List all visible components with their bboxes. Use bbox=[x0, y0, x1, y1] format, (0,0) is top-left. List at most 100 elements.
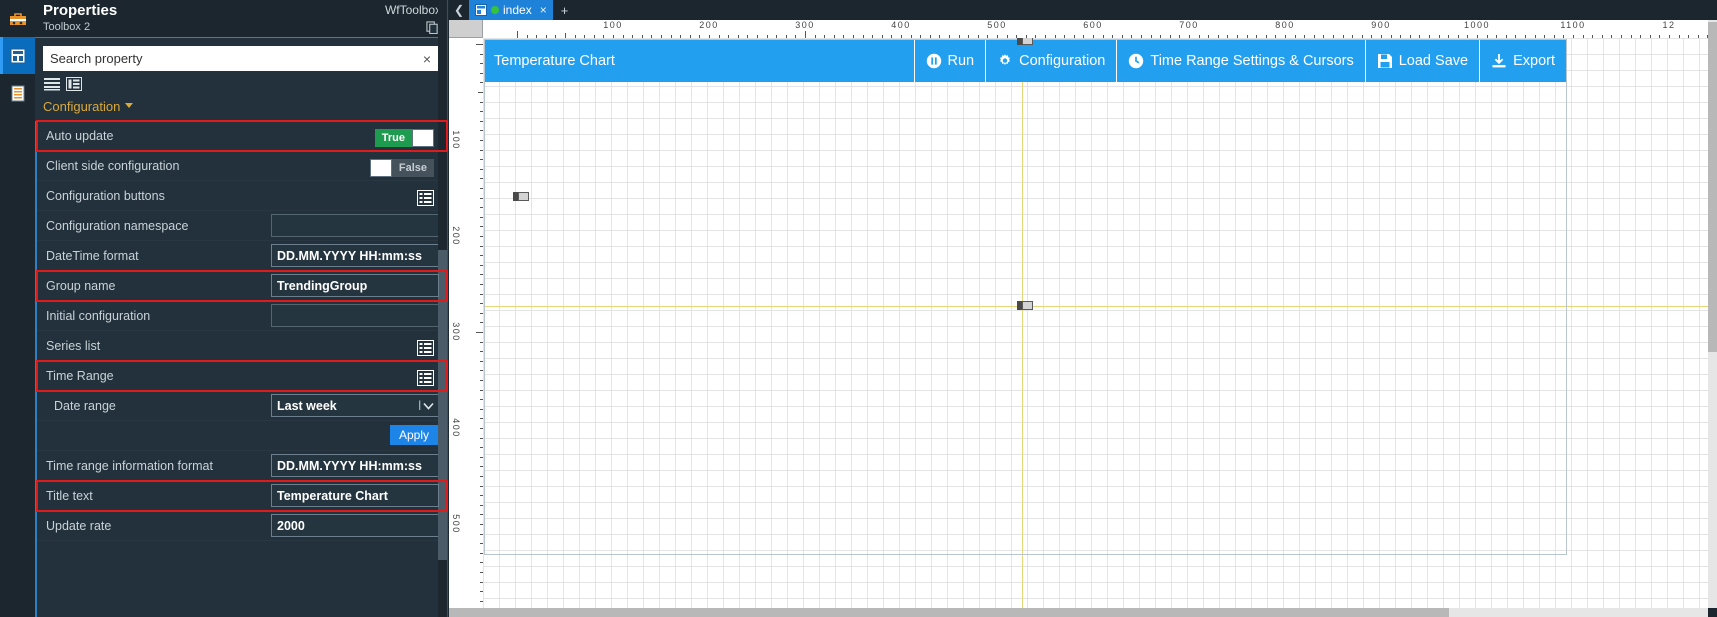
designer-vertical-scrollbar-thumb[interactable] bbox=[1708, 22, 1717, 352]
property-row[interactable]: Group name bbox=[36, 270, 448, 302]
ruler-label: 200 bbox=[699, 20, 719, 30]
apply-button[interactable]: Apply bbox=[389, 425, 438, 445]
ruler-tick bbox=[476, 44, 483, 45]
property-row[interactable]: Auto update True bbox=[36, 120, 448, 152]
property-value bbox=[271, 214, 439, 237]
property-value bbox=[271, 244, 439, 267]
ruler-label: 400 bbox=[451, 418, 461, 438]
resize-handle-left[interactable] bbox=[518, 192, 529, 201]
property-text-input[interactable] bbox=[271, 454, 439, 477]
sidebar-item-properties[interactable] bbox=[0, 37, 35, 74]
property-label: Series list bbox=[46, 338, 101, 353]
property-row[interactable]: Apply bbox=[37, 421, 447, 451]
add-tab-button[interactable]: + bbox=[553, 0, 577, 20]
ruler-label: 1100 bbox=[1560, 20, 1586, 30]
design-canvas[interactable]: Temperature Chart Run Configuration Time R… bbox=[483, 38, 1708, 608]
list-icon bbox=[417, 190, 434, 206]
chevron-down-icon[interactable]: | bbox=[418, 395, 434, 416]
properties-icon bbox=[10, 48, 25, 63]
property-text-input[interactable] bbox=[271, 304, 439, 327]
designer-horizontal-scrollbar-thumb[interactable] bbox=[449, 608, 1449, 617]
chart-tool-export[interactable]: Export bbox=[1479, 40, 1566, 82]
property-row[interactable]: DateTime format bbox=[37, 241, 447, 271]
close-icon[interactable]: × bbox=[540, 3, 547, 17]
tab-bar: ❮ index × + bbox=[449, 0, 1717, 20]
property-row[interactable]: Initial configuration bbox=[37, 301, 447, 331]
property-row[interactable]: Time Range bbox=[36, 360, 448, 392]
property-value: True bbox=[271, 124, 439, 147]
tab-index[interactable]: index × bbox=[469, 0, 553, 20]
property-label: Time range information format bbox=[46, 458, 213, 473]
chart-toolbar: Run Configuration Time Range Settings & Cu… bbox=[913, 40, 1566, 82]
chart-tool-load-save[interactable]: Load Save bbox=[1364, 40, 1479, 82]
properties-scrollbar[interactable] bbox=[438, 0, 447, 617]
ruler-label: 500 bbox=[451, 514, 461, 534]
ruler-label: 800 bbox=[1275, 20, 1295, 30]
ruler-label: 300 bbox=[451, 322, 461, 342]
properties-header: Properties Toolbox 2 WfToolbox bbox=[35, 0, 447, 37]
property-row[interactable]: Title text bbox=[36, 480, 448, 512]
ruler-tick bbox=[476, 332, 483, 333]
gear-icon bbox=[997, 53, 1013, 69]
chart-body bbox=[485, 82, 1566, 554]
designer-vertical-scrollbar[interactable] bbox=[1708, 20, 1717, 608]
property-row[interactable]: Series list bbox=[37, 331, 447, 361]
property-collection-editor-button[interactable] bbox=[417, 340, 434, 356]
chevron-left-icon[interactable]: ❮ bbox=[449, 0, 469, 20]
property-row[interactable]: Client side configuration False bbox=[37, 151, 447, 181]
property-label: DateTime format bbox=[46, 248, 139, 263]
property-text-input[interactable] bbox=[271, 274, 439, 297]
property-row[interactable]: Configuration namespace bbox=[37, 211, 447, 241]
toggle-knob[interactable] bbox=[369, 159, 392, 177]
clear-search-icon[interactable]: × bbox=[416, 51, 438, 67]
property-toggle[interactable]: True bbox=[374, 129, 434, 147]
property-row[interactable]: Configuration buttons bbox=[37, 181, 447, 211]
property-label: Title text bbox=[46, 488, 93, 503]
properties-body: × Configuration Auto update True Client si… bbox=[35, 37, 448, 617]
property-row[interactable]: Time range information format bbox=[37, 451, 447, 481]
chart-tool-configuration[interactable]: Configuration bbox=[985, 40, 1116, 82]
sidebar-item-outline[interactable] bbox=[0, 74, 35, 111]
toggle-knob[interactable] bbox=[412, 129, 434, 147]
ruler-tick bbox=[805, 31, 806, 38]
pause-circle-icon bbox=[926, 53, 942, 69]
designer-horizontal-scrollbar[interactable] bbox=[449, 608, 1708, 617]
property-value bbox=[271, 364, 439, 387]
property-value bbox=[271, 184, 439, 207]
chart-tool-run[interactable]: Run bbox=[913, 40, 986, 82]
property-label: Update rate bbox=[46, 518, 112, 533]
chart-tool-time-range-settings-cursors[interactable]: Time Range Settings & Cursors bbox=[1116, 40, 1364, 82]
property-row[interactable]: Date range Last week | bbox=[37, 391, 447, 421]
property-toggle[interactable]: False bbox=[369, 159, 434, 177]
property-row[interactable]: Update rate bbox=[37, 511, 447, 541]
property-label: Initial configuration bbox=[46, 308, 151, 323]
property-value bbox=[271, 484, 439, 507]
ruler-label: 12 bbox=[1662, 20, 1676, 30]
ruler-label: 1000 bbox=[1463, 20, 1491, 30]
resize-handle-center[interactable] bbox=[1022, 301, 1033, 310]
date-range-select[interactable]: Last week | bbox=[271, 394, 439, 417]
property-value: False bbox=[271, 154, 439, 177]
property-text-input[interactable] bbox=[271, 214, 439, 237]
chart-tool-label: Configuration bbox=[1019, 53, 1106, 69]
property-text-input[interactable] bbox=[271, 244, 439, 267]
temperature-chart-widget[interactable]: Temperature Chart Run Configuration Time R… bbox=[484, 39, 1567, 555]
property-label: Group name bbox=[46, 278, 116, 293]
resize-handle-top[interactable] bbox=[1022, 38, 1033, 45]
property-text-input[interactable] bbox=[271, 484, 439, 507]
property-label: Configuration namespace bbox=[46, 218, 189, 233]
categorized-view-button[interactable] bbox=[66, 77, 82, 91]
property-text-input[interactable] bbox=[271, 514, 439, 537]
flat-list-view-button[interactable] bbox=[44, 77, 60, 91]
chart-tool-label: Run bbox=[947, 53, 975, 69]
sidebar-item-toolbox[interactable] bbox=[0, 0, 35, 37]
property-collection-editor-button[interactable] bbox=[417, 190, 434, 206]
list-icon bbox=[417, 370, 434, 386]
category-header-configuration[interactable]: Configuration bbox=[43, 99, 441, 119]
chart-tool-label: Export bbox=[1513, 53, 1555, 69]
property-label: Time Range bbox=[46, 368, 114, 383]
search-input[interactable] bbox=[44, 50, 416, 67]
download-icon bbox=[1491, 53, 1507, 69]
property-collection-editor-button[interactable] bbox=[417, 370, 434, 386]
ruler-corner bbox=[449, 20, 483, 38]
